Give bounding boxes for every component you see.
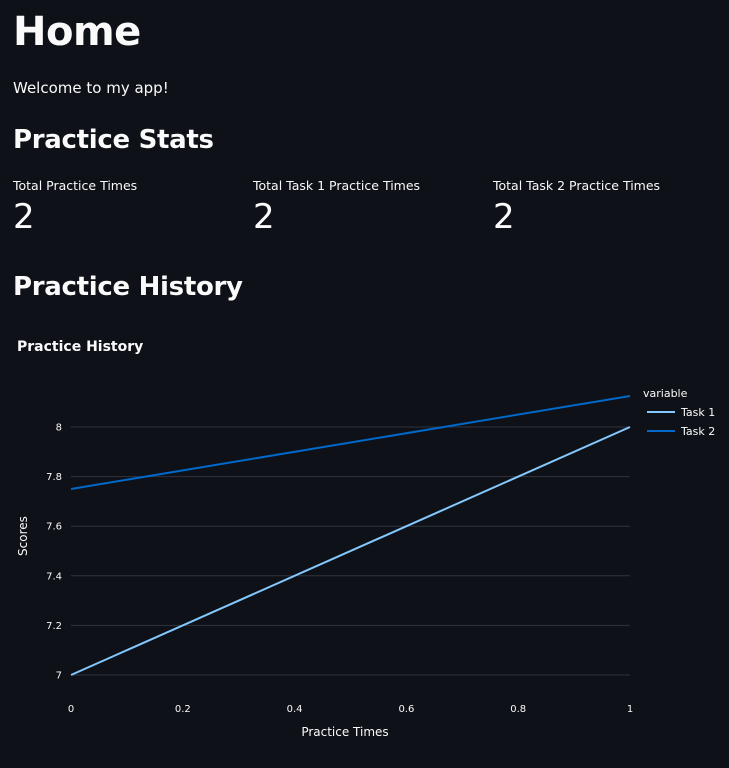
app-page: Home Welcome to my app! Practice Stats T…	[0, 0, 729, 768]
y-tick-label: 7.4	[46, 571, 62, 582]
practice-history-chart-container[interactable]: Practice History 7 7.2 7.4 7.6 7.8 8 0 0.2 0.4 0…	[0, 320, 729, 768]
x-tick-label: 0.8	[510, 704, 526, 715]
series-line-task-2	[70, 395, 631, 490]
x-axis-title: Practice Times	[301, 725, 388, 739]
metric-value: 2	[253, 197, 275, 237]
x-tick-label: 0.2	[175, 704, 191, 715]
practice-history-chart[interactable]: Practice History 77.27.47.67.88 0 0.2 0.4 0…	[0, 320, 729, 768]
legend-label: Task 2	[680, 425, 715, 438]
x-tick-label: 1	[627, 704, 633, 715]
y-tick-label: 7.2	[46, 621, 62, 632]
metric-value: 2	[13, 197, 35, 237]
y-tick-label: 8	[56, 423, 62, 434]
metric-label: Total Task 2 Practice Times	[493, 178, 661, 193]
chart-title: Practice History	[17, 339, 143, 355]
practice-history-heading: Practice History	[13, 272, 243, 302]
x-tick-label: 0	[68, 704, 74, 715]
x-tick-label: 0.4	[287, 704, 303, 715]
page-title: Home	[13, 9, 141, 55]
metric-label: Total Practice Times	[13, 178, 138, 193]
legend-label: Task 1	[680, 406, 715, 419]
y-tick-label: 7.8	[46, 472, 62, 483]
chart-legend: variable Task 1 Task 2	[643, 387, 715, 438]
practice-stats-heading: Practice Stats	[13, 125, 214, 155]
metric-task1-practice: Total Task 1 Practice Times 2	[253, 177, 483, 239]
metric-value: 2	[493, 197, 515, 237]
series-line-task-1	[70, 426, 631, 676]
x-axis-ticks: 0 0.2 0.4 0.6 0.8 1	[68, 704, 633, 715]
y-axis-title: Scores	[16, 516, 30, 556]
metric-label: Total Task 1 Practice Times	[253, 178, 421, 193]
y-tick-label: 7.6	[46, 522, 62, 533]
x-tick-label: 0.6	[398, 704, 414, 715]
chart-series	[70, 395, 631, 676]
legend-title: variable	[643, 387, 688, 400]
y-tick-label: 7	[56, 671, 62, 682]
metric-task2-practice: Total Task 2 Practice Times 2	[493, 177, 723, 239]
y-axis-ticks: 7 7.2 7.4 7.6 7.8 8	[46, 423, 62, 682]
metric-total-practice: Total Practice Times 2	[13, 177, 243, 239]
welcome-text: Welcome to my app!	[13, 79, 169, 97]
